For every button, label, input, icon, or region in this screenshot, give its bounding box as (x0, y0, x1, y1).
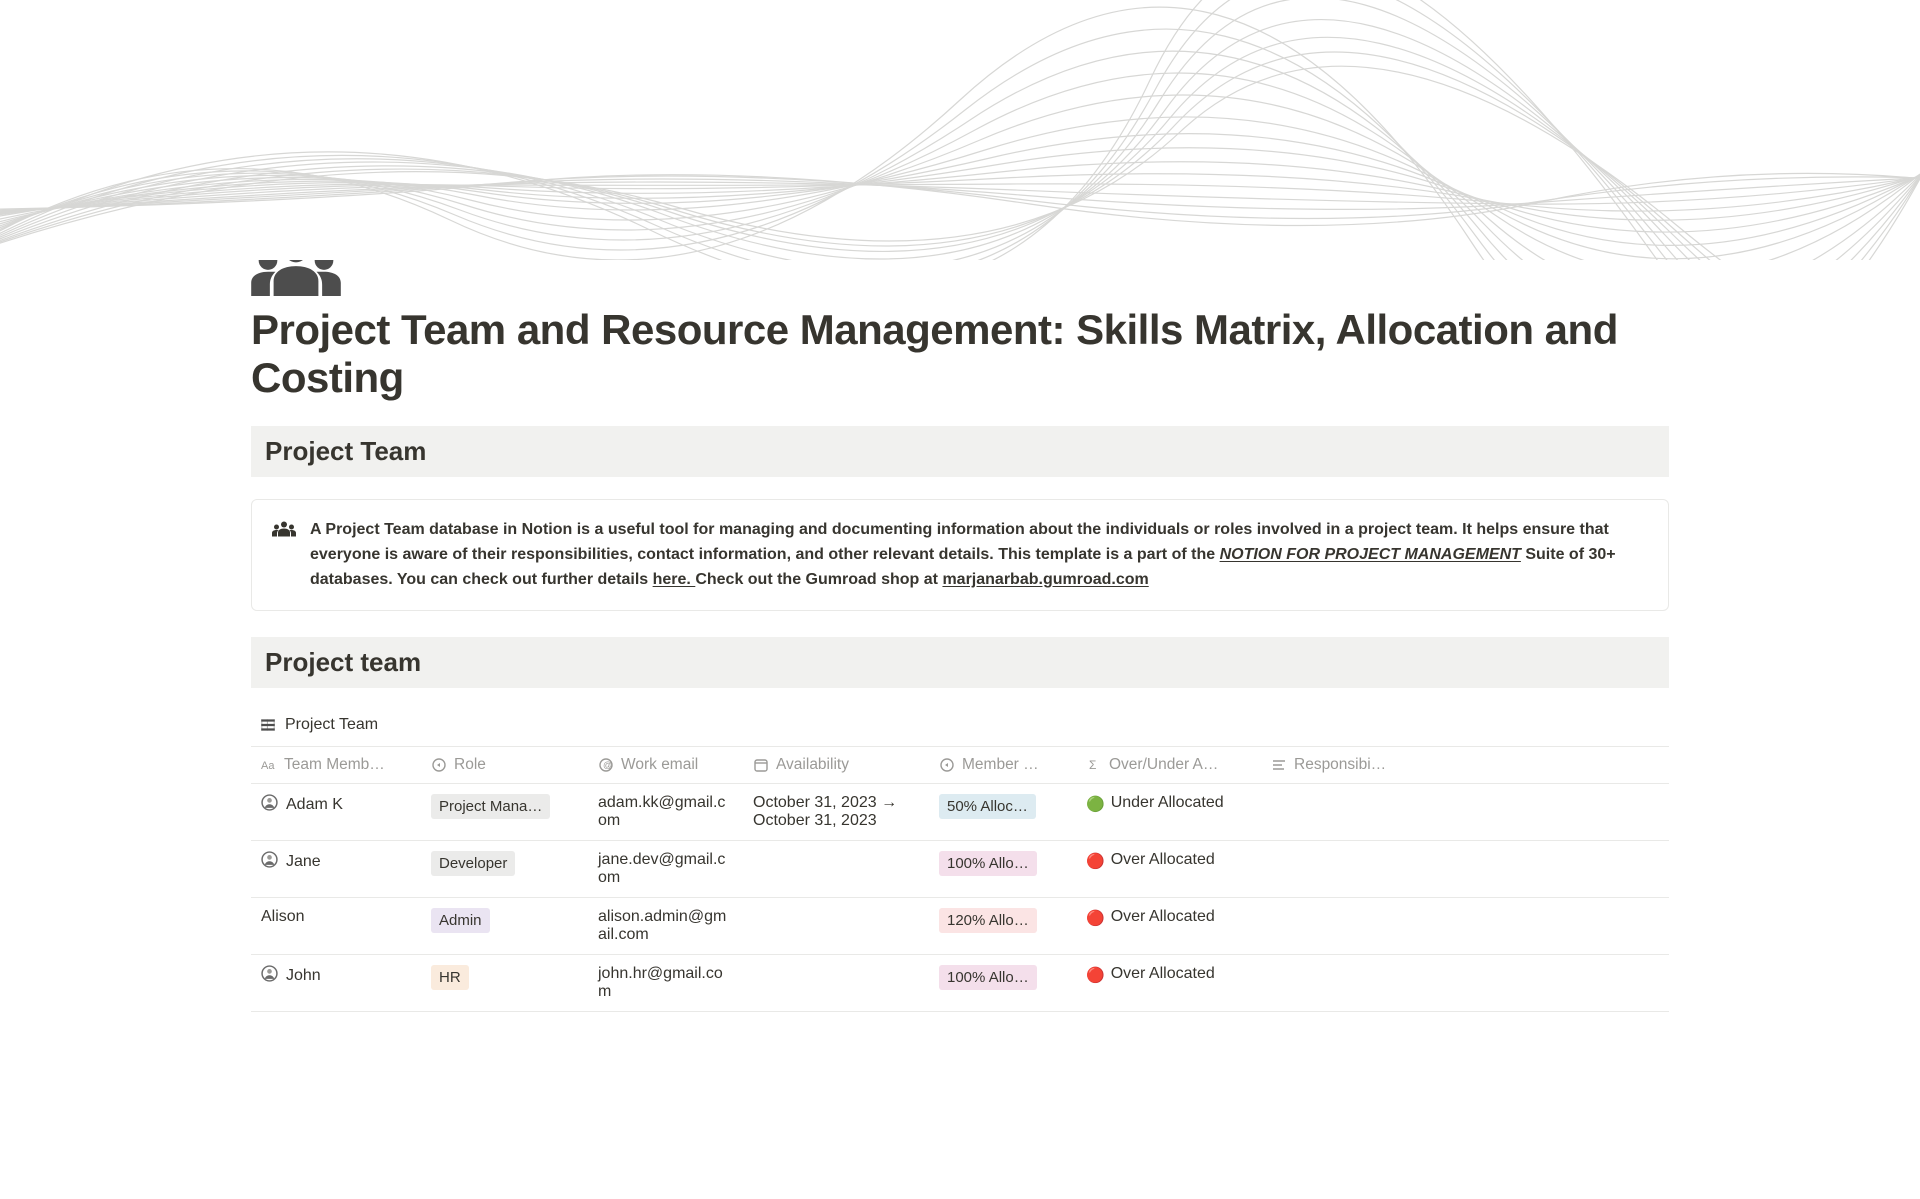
member-name: Jane (286, 853, 321, 871)
role-tag: Developer (431, 851, 515, 876)
section-title: Project Team (265, 436, 1655, 467)
col-over-under[interactable]: ΣOver/Under A… (1076, 747, 1261, 784)
email-cell: john.hr@gmail.com (588, 955, 743, 1012)
member-name: John (286, 967, 321, 985)
link-notion-pm[interactable]: NOTION FOR PROJECT MANAGEMENT (1220, 546, 1521, 563)
availability-cell (743, 955, 929, 1012)
svg-text:@: @ (603, 760, 612, 770)
person-icon (261, 794, 278, 816)
email-cell: adam.kk@gmail.com (588, 784, 743, 841)
col-availability[interactable]: Availability (743, 747, 929, 784)
availability-cell (743, 841, 929, 898)
callout-text: A Project Team database in Notion is a u… (310, 518, 1648, 592)
over-under-status: 🔴 Over Allocated (1086, 851, 1251, 872)
col-member-allocation[interactable]: Member … (929, 747, 1076, 784)
table-row[interactable]: Alison Admin alison.admin@gmail.com 120%… (251, 898, 1669, 955)
col-role[interactable]: Role (421, 747, 588, 784)
cover-image (0, 0, 1920, 260)
db-view-label: Project Team (285, 716, 378, 734)
callout: A Project Team database in Notion is a u… (251, 499, 1669, 611)
db-view-tab[interactable]: Project Team (251, 710, 1669, 746)
over-under-status: 🔴 Over Allocated (1086, 965, 1251, 986)
table-row[interactable]: Adam K Project Mana… adam.kk@gmail.com O… (251, 784, 1669, 841)
link-here[interactable]: here. (653, 571, 696, 588)
section-project-team-lower: Project team (251, 637, 1669, 688)
col-responsibilities[interactable]: Responsibi… (1261, 747, 1421, 784)
member-name: Alison (261, 908, 305, 926)
name-cell: Alison (261, 908, 411, 926)
section-title: Project team (265, 647, 1655, 678)
table-row[interactable]: Jane Developer jane.dev@gmail.com 100% A… (251, 841, 1669, 898)
status-dot-icon: 🟢 (1086, 794, 1105, 815)
over-under-status: 🟢 Under Allocated (1086, 794, 1251, 815)
role-tag: Project Mana… (431, 794, 550, 819)
status-text: Over Allocated (1111, 965, 1215, 983)
section-project-team: Project Team (251, 426, 1669, 477)
status-dot-icon: 🔴 (1086, 908, 1105, 929)
link-gumroad[interactable]: marjanarbab.gumroad.com (942, 571, 1148, 588)
allocation-tag: 50% Alloc… (939, 794, 1036, 819)
email-cell: jane.dev@gmail.com (588, 841, 743, 898)
status-text: Over Allocated (1111, 851, 1215, 869)
status-dot-icon: 🔴 (1086, 965, 1105, 986)
member-name: Adam K (286, 796, 343, 814)
svg-text:Σ: Σ (1089, 758, 1096, 772)
groups-icon (272, 520, 296, 544)
allocation-tag: 100% Allo… (939, 965, 1037, 990)
allocation-tag: 120% Allo… (939, 908, 1037, 933)
project-team-table: AaTeam Memb… Role @Work email Availabili… (251, 746, 1669, 1012)
table-header-row: AaTeam Memb… Role @Work email Availabili… (251, 747, 1669, 784)
name-cell: Jane (261, 851, 411, 873)
person-icon (261, 965, 278, 987)
email-cell: alison.admin@gmail.com (588, 898, 743, 955)
svg-text:Aa: Aa (261, 760, 275, 772)
name-cell: John (261, 965, 411, 987)
availability-cell (743, 898, 929, 955)
role-tag: HR (431, 965, 469, 990)
allocation-tag: 100% Allo… (939, 851, 1037, 876)
page-title: Project Team and Resource Management: Sk… (251, 306, 1669, 402)
availability-cell: October 31, 2023 → October 31, 2023 (743, 784, 929, 841)
status-text: Over Allocated (1111, 908, 1215, 926)
status-dot-icon: 🔴 (1086, 851, 1105, 872)
col-work-email[interactable]: @Work email (588, 747, 743, 784)
over-under-status: 🔴 Over Allocated (1086, 908, 1251, 929)
status-text: Under Allocated (1111, 794, 1224, 812)
name-cell: Adam K (261, 794, 411, 816)
table-row[interactable]: John HR john.hr@gmail.com 100% Allo… 🔴 Ov… (251, 955, 1669, 1012)
person-icon (261, 851, 278, 873)
col-team-member[interactable]: AaTeam Memb… (251, 747, 421, 784)
role-tag: Admin (431, 908, 490, 933)
